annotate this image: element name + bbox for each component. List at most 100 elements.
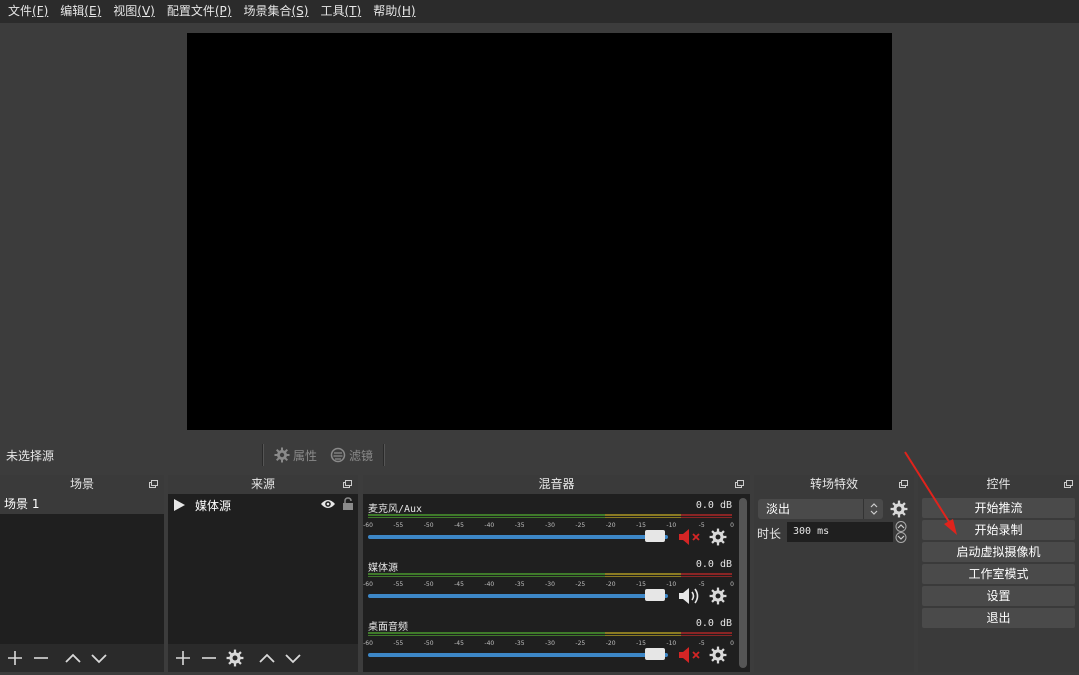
settings-button[interactable]: 设置 [922, 586, 1075, 606]
menu-file-key: (F) [32, 4, 49, 18]
meter-tick-label: -35 [514, 522, 525, 529]
meter-tick-label: 0 [730, 581, 734, 588]
menu-edit-key: (E) [84, 4, 102, 18]
updown-chevron-icon [863, 499, 883, 519]
meter-tick-label: -35 [514, 581, 525, 588]
meter-tick-label: -60 [363, 522, 373, 529]
volume-slider-handle[interactable] [645, 589, 665, 601]
menu-file[interactable]: 文件(F) [2, 0, 54, 23]
menu-scene-collection-label: 场景集合 [243, 4, 292, 18]
menu-profile[interactable]: 配置文件(P) [161, 0, 238, 23]
channel-name: 麦克风/Aux [368, 504, 423, 515]
controls-title: 控件 [918, 475, 1079, 494]
start-virtual-camera-button[interactable]: 启动虚拟摄像机 [922, 542, 1075, 562]
move-source-up-button[interactable] [256, 647, 278, 669]
move-scene-up-button[interactable] [62, 647, 84, 669]
meter-tick-label: -15 [636, 640, 646, 647]
meter-tick-label: -45 [454, 640, 464, 647]
volume-slider-handle[interactable] [645, 530, 665, 542]
scenes-dock: 场景 场景 1 [0, 475, 164, 672]
menu-scene-collection-key: (S) [291, 4, 309, 18]
lock-icon[interactable] [342, 497, 354, 511]
start-recording-button[interactable]: 开始录制 [922, 520, 1075, 540]
remove-source-button[interactable] [198, 647, 220, 669]
speaker-icon[interactable] [678, 587, 704, 605]
menu-view-key: (V) [137, 4, 155, 18]
volume-slider[interactable] [368, 653, 668, 657]
meter-tick-label: -15 [636, 581, 646, 588]
menu-scene-collection[interactable]: 场景集合(S) [237, 0, 314, 23]
remove-scene-button[interactable] [30, 647, 52, 669]
gear-icon[interactable] [709, 587, 727, 605]
volume-slider[interactable] [368, 594, 668, 598]
menu-help-label: 帮助 [373, 4, 398, 18]
preview-canvas[interactable] [187, 33, 892, 430]
sources-dock: 来源 媒体源 [168, 475, 358, 672]
minus-icon [202, 657, 216, 659]
controls-body: 开始推流 开始录制 启动虚拟摄像机 工作室模式 设置 退出 [918, 494, 1079, 672]
toolbar-divider [262, 444, 264, 466]
mixer-title: 混音器 [363, 475, 750, 494]
filters-button[interactable]: 滤镜 [330, 445, 373, 465]
spinbox-arrows-icon[interactable] [894, 521, 908, 543]
meter-tick-label: -25 [575, 522, 586, 529]
muted-speaker-icon[interactable] [678, 528, 704, 546]
sources-title-text: 来源 [250, 477, 275, 491]
volume-meter [368, 573, 732, 577]
eye-icon[interactable] [320, 498, 336, 510]
menu-view[interactable]: 视图(V) [107, 0, 161, 23]
start-streaming-button[interactable]: 开始推流 [922, 498, 1075, 518]
gear-icon[interactable] [890, 500, 908, 518]
scenes-title: 场景 [0, 475, 164, 494]
muted-speaker-icon[interactable] [678, 646, 704, 664]
transition-select[interactable]: 淡出 [758, 499, 883, 519]
float-dock-icon[interactable] [735, 480, 744, 488]
float-dock-icon[interactable] [343, 480, 352, 488]
transitions-title: 转场特效 [754, 475, 914, 494]
mixer-scrollbar[interactable] [739, 498, 747, 668]
properties-button[interactable]: 属性 [274, 445, 317, 465]
meter-tick-label: -60 [363, 640, 373, 647]
transitions-dock: 转场特效 淡出 时长 300 ms [754, 475, 914, 672]
gear-icon[interactable] [709, 646, 727, 664]
menu-view-label: 视图 [113, 4, 138, 18]
exit-button[interactable]: 退出 [922, 608, 1075, 628]
menu-profile-key: (P) [214, 4, 232, 18]
add-scene-button[interactable] [4, 647, 26, 669]
float-dock-icon[interactable] [149, 480, 158, 488]
source-item[interactable]: 媒体源 [168, 494, 358, 516]
meter-tick-label: -10 [666, 640, 677, 647]
minus-icon [34, 657, 48, 659]
duration-input[interactable]: 300 ms [787, 522, 893, 542]
menu-tools[interactable]: 工具(T) [314, 0, 367, 23]
meter-tick-label: -55 [393, 522, 404, 529]
float-dock-icon[interactable] [899, 480, 908, 488]
transition-select-value: 淡出 [766, 502, 791, 516]
meter-tick-label: -25 [575, 581, 586, 588]
menu-bar: 文件(F) 编辑(E) 视图(V) 配置文件(P) 场景集合(S) 工具(T) … [0, 0, 1079, 23]
scenes-list: 场景 1 [0, 494, 164, 644]
studio-mode-button[interactable]: 工作室模式 [922, 564, 1075, 584]
chevron-up-icon [65, 653, 81, 663]
float-dock-icon[interactable] [1064, 480, 1073, 488]
add-source-button[interactable] [172, 647, 194, 669]
menu-help[interactable]: 帮助(H) [367, 0, 421, 23]
scene-item[interactable]: 场景 1 [0, 494, 164, 514]
volume-slider-handle[interactable] [645, 648, 665, 660]
gear-icon[interactable] [709, 528, 727, 546]
mixer-dock: 混音器 麦克风/Aux 0.0 dB -60 -55 -50 -45 -40 -35 -30… [363, 475, 750, 672]
channel-name: 桌面音频 [368, 622, 408, 633]
gear-icon [226, 649, 244, 667]
menu-tools-key: (T) [344, 4, 362, 18]
meter-tick-label: -40 [484, 581, 495, 588]
meter-tick-label: -30 [545, 581, 555, 588]
meter-tick-label: -55 [393, 640, 404, 647]
move-scene-down-button[interactable] [88, 647, 110, 669]
menu-edit[interactable]: 编辑(E) [54, 0, 107, 23]
volume-slider[interactable] [368, 535, 668, 539]
meter-tick-label: -55 [393, 581, 404, 588]
source-properties-button[interactable] [224, 647, 246, 669]
move-source-down-button[interactable] [282, 647, 304, 669]
meter-tick-label: -45 [454, 522, 464, 529]
volume-meter [368, 632, 732, 636]
